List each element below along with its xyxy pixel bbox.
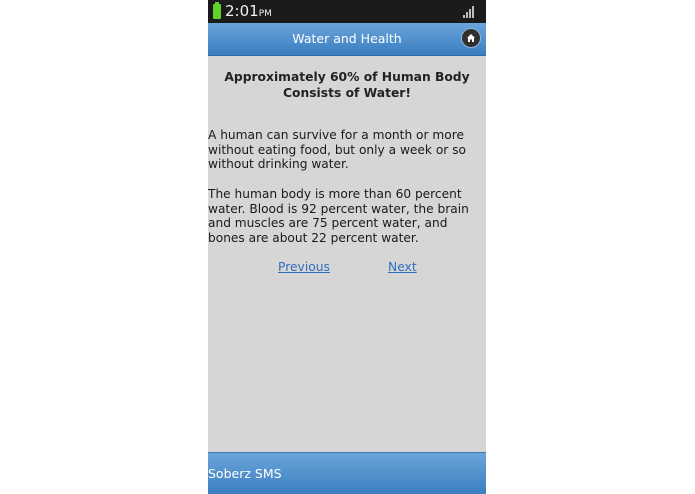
article-paragraph: The human body is more than 60 percent w… <box>208 187 469 245</box>
status-bar: 2:01PM <box>208 0 486 23</box>
home-button[interactable] <box>461 28 481 48</box>
time-ampm: PM <box>258 9 272 19</box>
home-icon <box>467 34 475 42</box>
app-header: Water and Health <box>208 23 486 56</box>
footer-label: Soberz SMS <box>208 466 282 481</box>
time-value: 2:01 <box>225 2 259 20</box>
battery-icon <box>213 2 221 19</box>
article-heading: Approximately 60% of Human Body Consists… <box>224 70 470 100</box>
article-paragraph: A human can survive for a month or more … <box>208 128 466 171</box>
previous-link[interactable]: Previous <box>278 260 330 274</box>
next-link[interactable]: Next <box>388 260 417 274</box>
status-time: 2:01PM <box>225 3 272 23</box>
page-title: Water and Health <box>292 31 402 46</box>
app-footer: Soberz SMS <box>208 452 486 494</box>
signal-icon <box>463 6 477 18</box>
phone-screen: 2:01PM Water and Health Approximately 60… <box>208 0 486 494</box>
